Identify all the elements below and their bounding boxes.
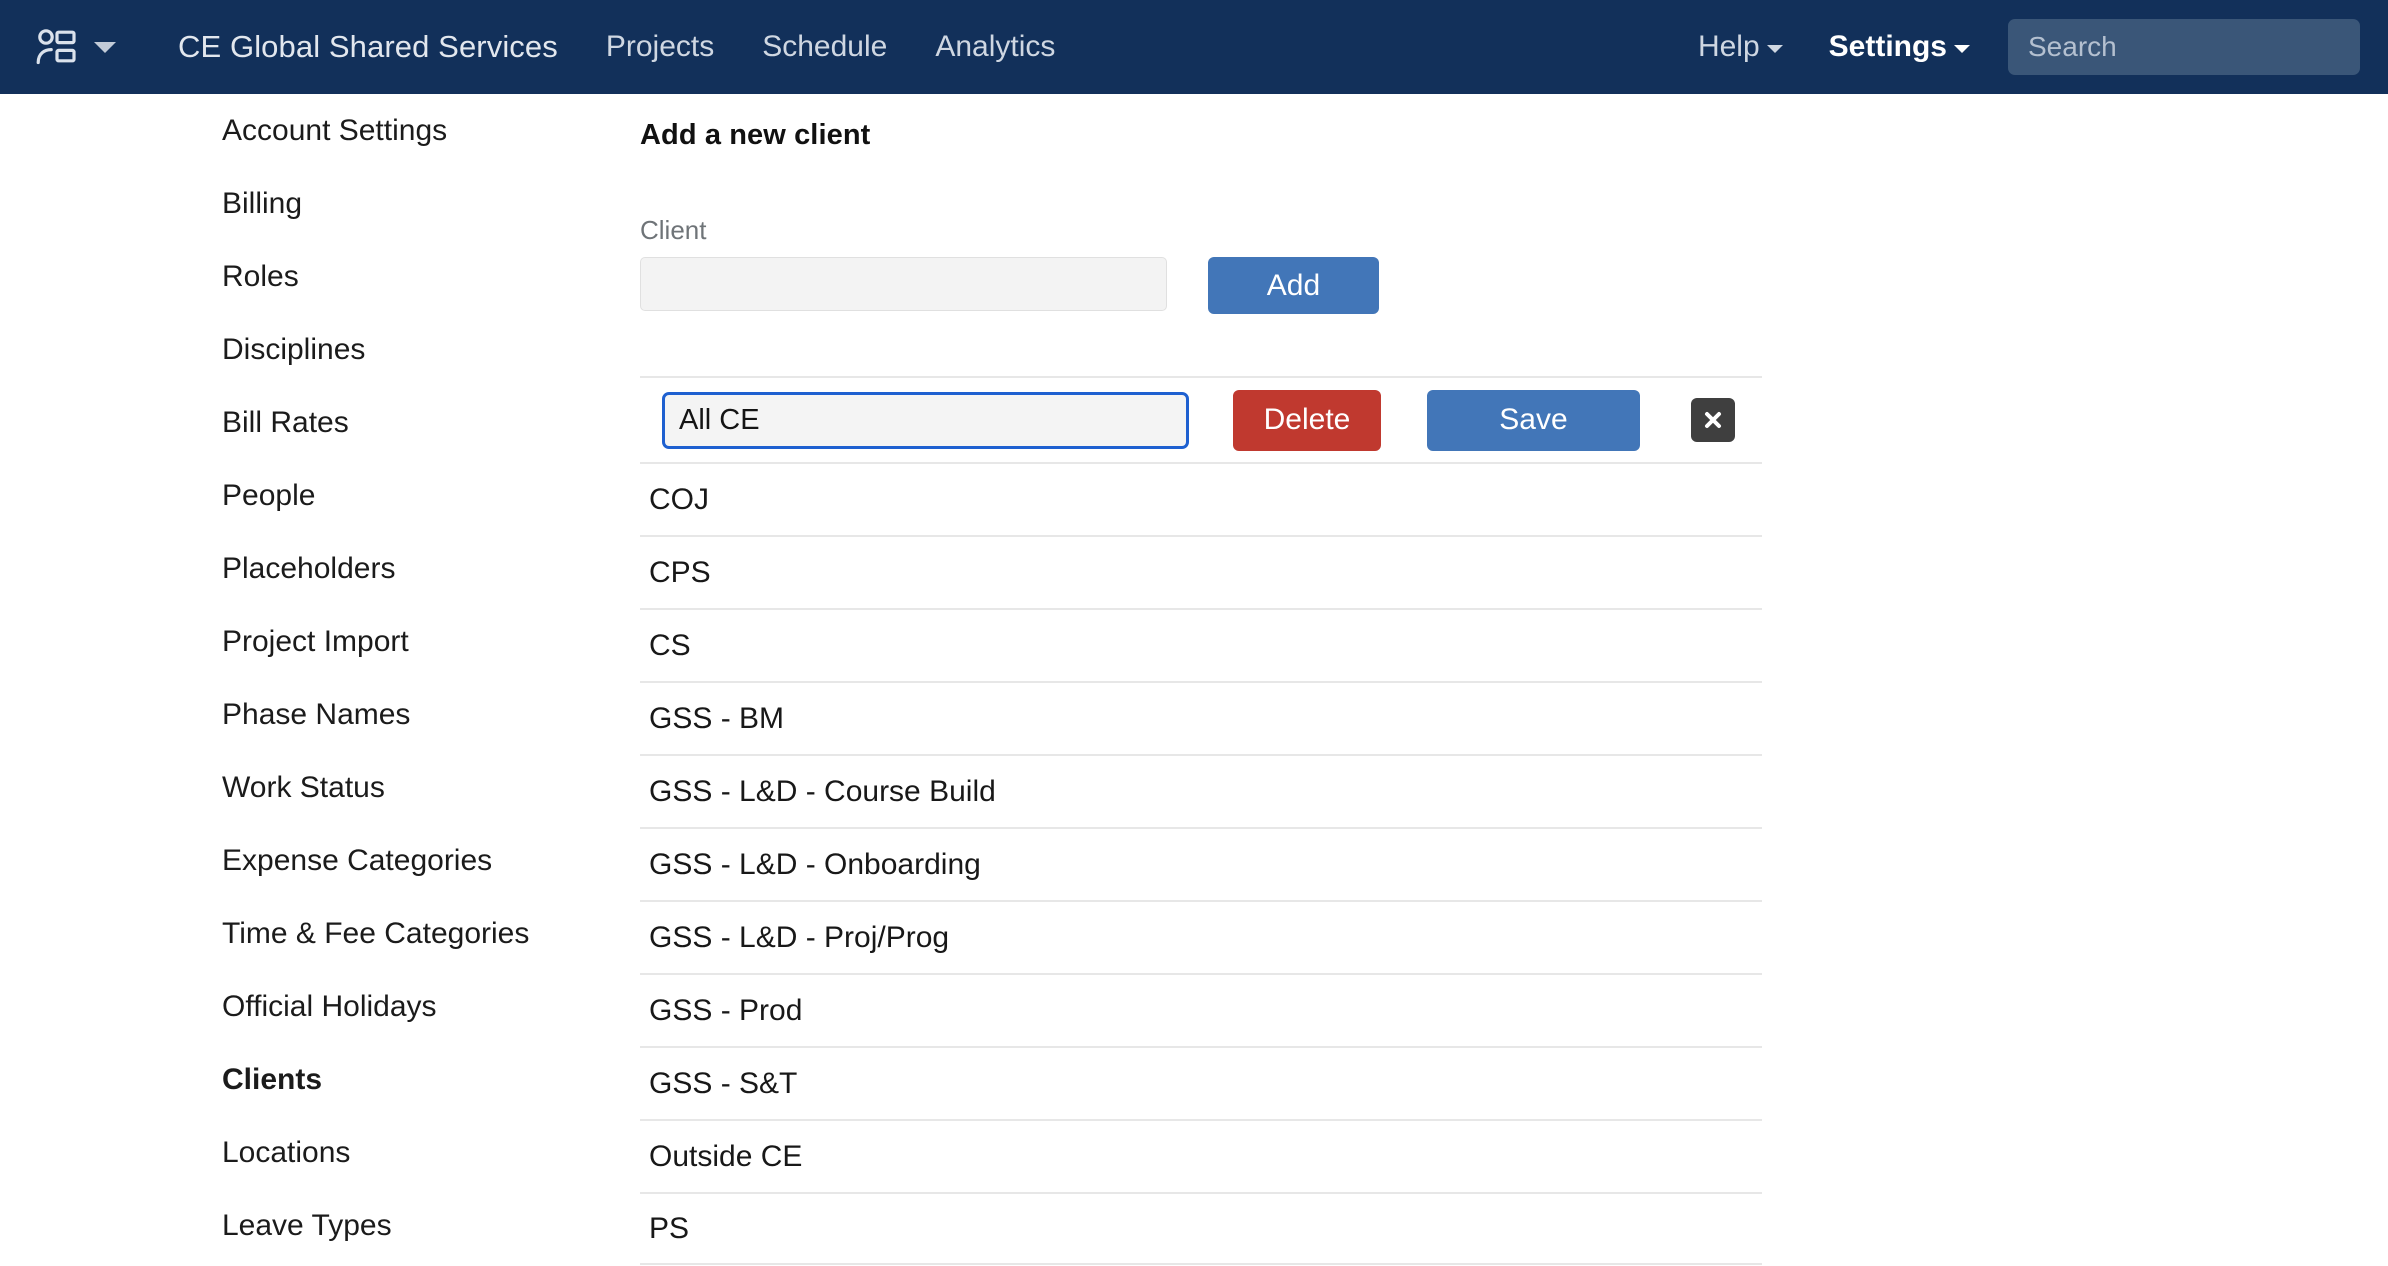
nav-link-projects[interactable]: Projects xyxy=(606,30,714,64)
table-row[interactable]: PS xyxy=(640,1192,1762,1265)
sidebar-item-bill-rates[interactable]: Bill Rates xyxy=(222,386,622,459)
nav-settings-label: Settings xyxy=(1828,30,1947,63)
sidebar-item-project-import[interactable]: Project Import xyxy=(222,605,622,678)
sidebar-item-expense-categories[interactable]: Expense Categories xyxy=(222,824,622,897)
client-name: CPS xyxy=(649,555,711,589)
search-input[interactable] xyxy=(2008,19,2360,75)
nav-help-label: Help xyxy=(1697,30,1760,63)
table-row[interactable]: GSS - BM xyxy=(640,681,1762,754)
page-body: Account Settings Billing Roles Disciplin… xyxy=(0,94,2388,1266)
delete-client-button[interactable]: Delete xyxy=(1233,389,1381,451)
client-name: PS xyxy=(649,1211,690,1245)
client-name: GSS - L&D - Onboarding xyxy=(649,847,981,881)
client-list: COJ CPS CS GSS - BM GSS - L&D - Course B… xyxy=(640,462,1762,1265)
close-edit-button[interactable] xyxy=(1691,398,1735,442)
add-client-button[interactable]: Add xyxy=(1208,257,1379,314)
client-name: GSS - L&D - Proj/Prog xyxy=(649,920,950,954)
sidebar-item-phase-names[interactable]: Phase Names xyxy=(222,678,622,751)
table-row[interactable]: GSS - Prod xyxy=(640,973,1762,1046)
sidebar-item-official-holidays[interactable]: Official Holidays xyxy=(222,970,622,1043)
client-name-edit-input[interactable] xyxy=(662,391,1189,449)
page-title: Add a new client xyxy=(640,119,871,151)
nav-link-analytics[interactable]: Analytics xyxy=(935,30,1055,64)
chevron-down-icon xyxy=(1954,45,1970,53)
sidebar-item-leave-types[interactable]: Leave Types xyxy=(222,1189,622,1262)
sidebar-item-clients[interactable]: Clients xyxy=(222,1043,622,1116)
sidebar-item-billing[interactable]: Billing xyxy=(222,167,622,240)
sidebar-item-work-status[interactable]: Work Status xyxy=(222,751,622,824)
sidebar-item-account-settings[interactable]: Account Settings xyxy=(222,94,622,167)
chevron-down-icon xyxy=(1766,45,1783,53)
client-name: GSS - BM xyxy=(649,701,785,735)
new-client-input[interactable] xyxy=(640,257,1167,311)
client-name: GSS - Prod xyxy=(649,993,803,1027)
table-row[interactable]: GSS - S&T xyxy=(640,1046,1762,1119)
table-row[interactable]: GSS - L&D - Onboarding xyxy=(640,827,1762,900)
navbar-right-group: Help Settings xyxy=(1698,0,2388,94)
top-navbar: CE Global Shared Services Projects Sched… xyxy=(0,0,2388,94)
save-client-button[interactable]: Save xyxy=(1427,389,1640,451)
navbar-left-group: CE Global Shared Services Projects Sched… xyxy=(0,0,1055,94)
people-list-icon xyxy=(36,29,76,65)
nav-link-schedule[interactable]: Schedule xyxy=(762,30,887,64)
settings-sidebar: Account Settings Billing Roles Disciplin… xyxy=(222,94,622,1262)
close-icon xyxy=(1702,409,1724,431)
table-row[interactable]: COJ xyxy=(640,462,1762,535)
client-name: CS xyxy=(649,628,691,662)
sidebar-item-placeholders[interactable]: Placeholders xyxy=(222,532,622,605)
clients-panel: Add a new client Client Add Delete Save … xyxy=(640,94,1770,1265)
table-row[interactable]: CS xyxy=(640,608,1762,681)
client-name: COJ xyxy=(649,482,709,516)
navbar-links: Projects Schedule Analytics xyxy=(606,30,1056,64)
sidebar-item-time-fee-categories[interactable]: Time & Fee Categories xyxy=(222,897,622,970)
table-row[interactable]: GSS - L&D - Course Build xyxy=(640,754,1762,827)
brand-logo-button[interactable] xyxy=(36,29,116,65)
client-name: GSS - L&D - Course Build xyxy=(649,774,996,808)
client-name: GSS - S&T xyxy=(649,1066,798,1100)
sidebar-item-people[interactable]: People xyxy=(222,459,622,532)
chevron-down-icon xyxy=(94,41,116,53)
sidebar-item-locations[interactable]: Locations xyxy=(222,1116,622,1189)
table-row[interactable]: GSS - L&D - Proj/Prog xyxy=(640,900,1762,973)
organization-name[interactable]: CE Global Shared Services xyxy=(178,29,558,65)
client-field-label: Client xyxy=(640,215,707,245)
client-edit-row: Delete Save xyxy=(640,378,1770,462)
sidebar-item-roles[interactable]: Roles xyxy=(222,240,622,313)
table-row[interactable]: CPS xyxy=(640,535,1762,608)
nav-menu-settings[interactable]: Settings xyxy=(1829,30,1970,64)
nav-menu-help[interactable]: Help xyxy=(1698,30,1783,64)
client-name: Outside CE xyxy=(649,1139,803,1173)
add-client-row: Add xyxy=(640,257,1770,314)
table-row[interactable]: Outside CE xyxy=(640,1119,1762,1192)
sidebar-item-disciplines[interactable]: Disciplines xyxy=(222,313,622,386)
